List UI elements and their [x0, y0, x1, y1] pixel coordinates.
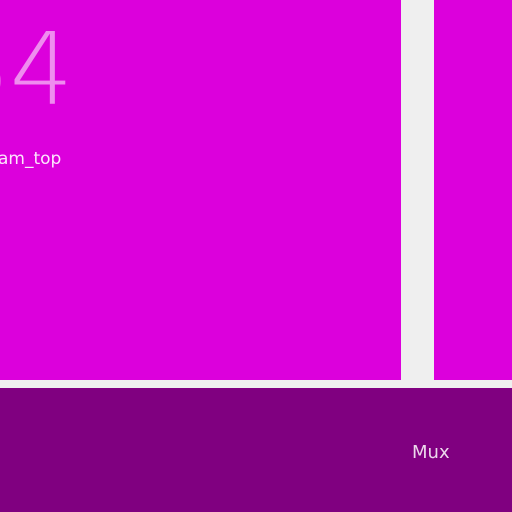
tile-label-mux: Mux [412, 442, 450, 463]
stat-tile-ram-top[interactable]: 54 ram_top [0, 0, 401, 380]
tile-label: ram_top [0, 149, 62, 169]
stat-tile-secondary[interactable] [434, 0, 512, 380]
tile-canvas: 54 ram_top Mux [0, 0, 512, 512]
tile-value: 54 [0, 11, 73, 128]
